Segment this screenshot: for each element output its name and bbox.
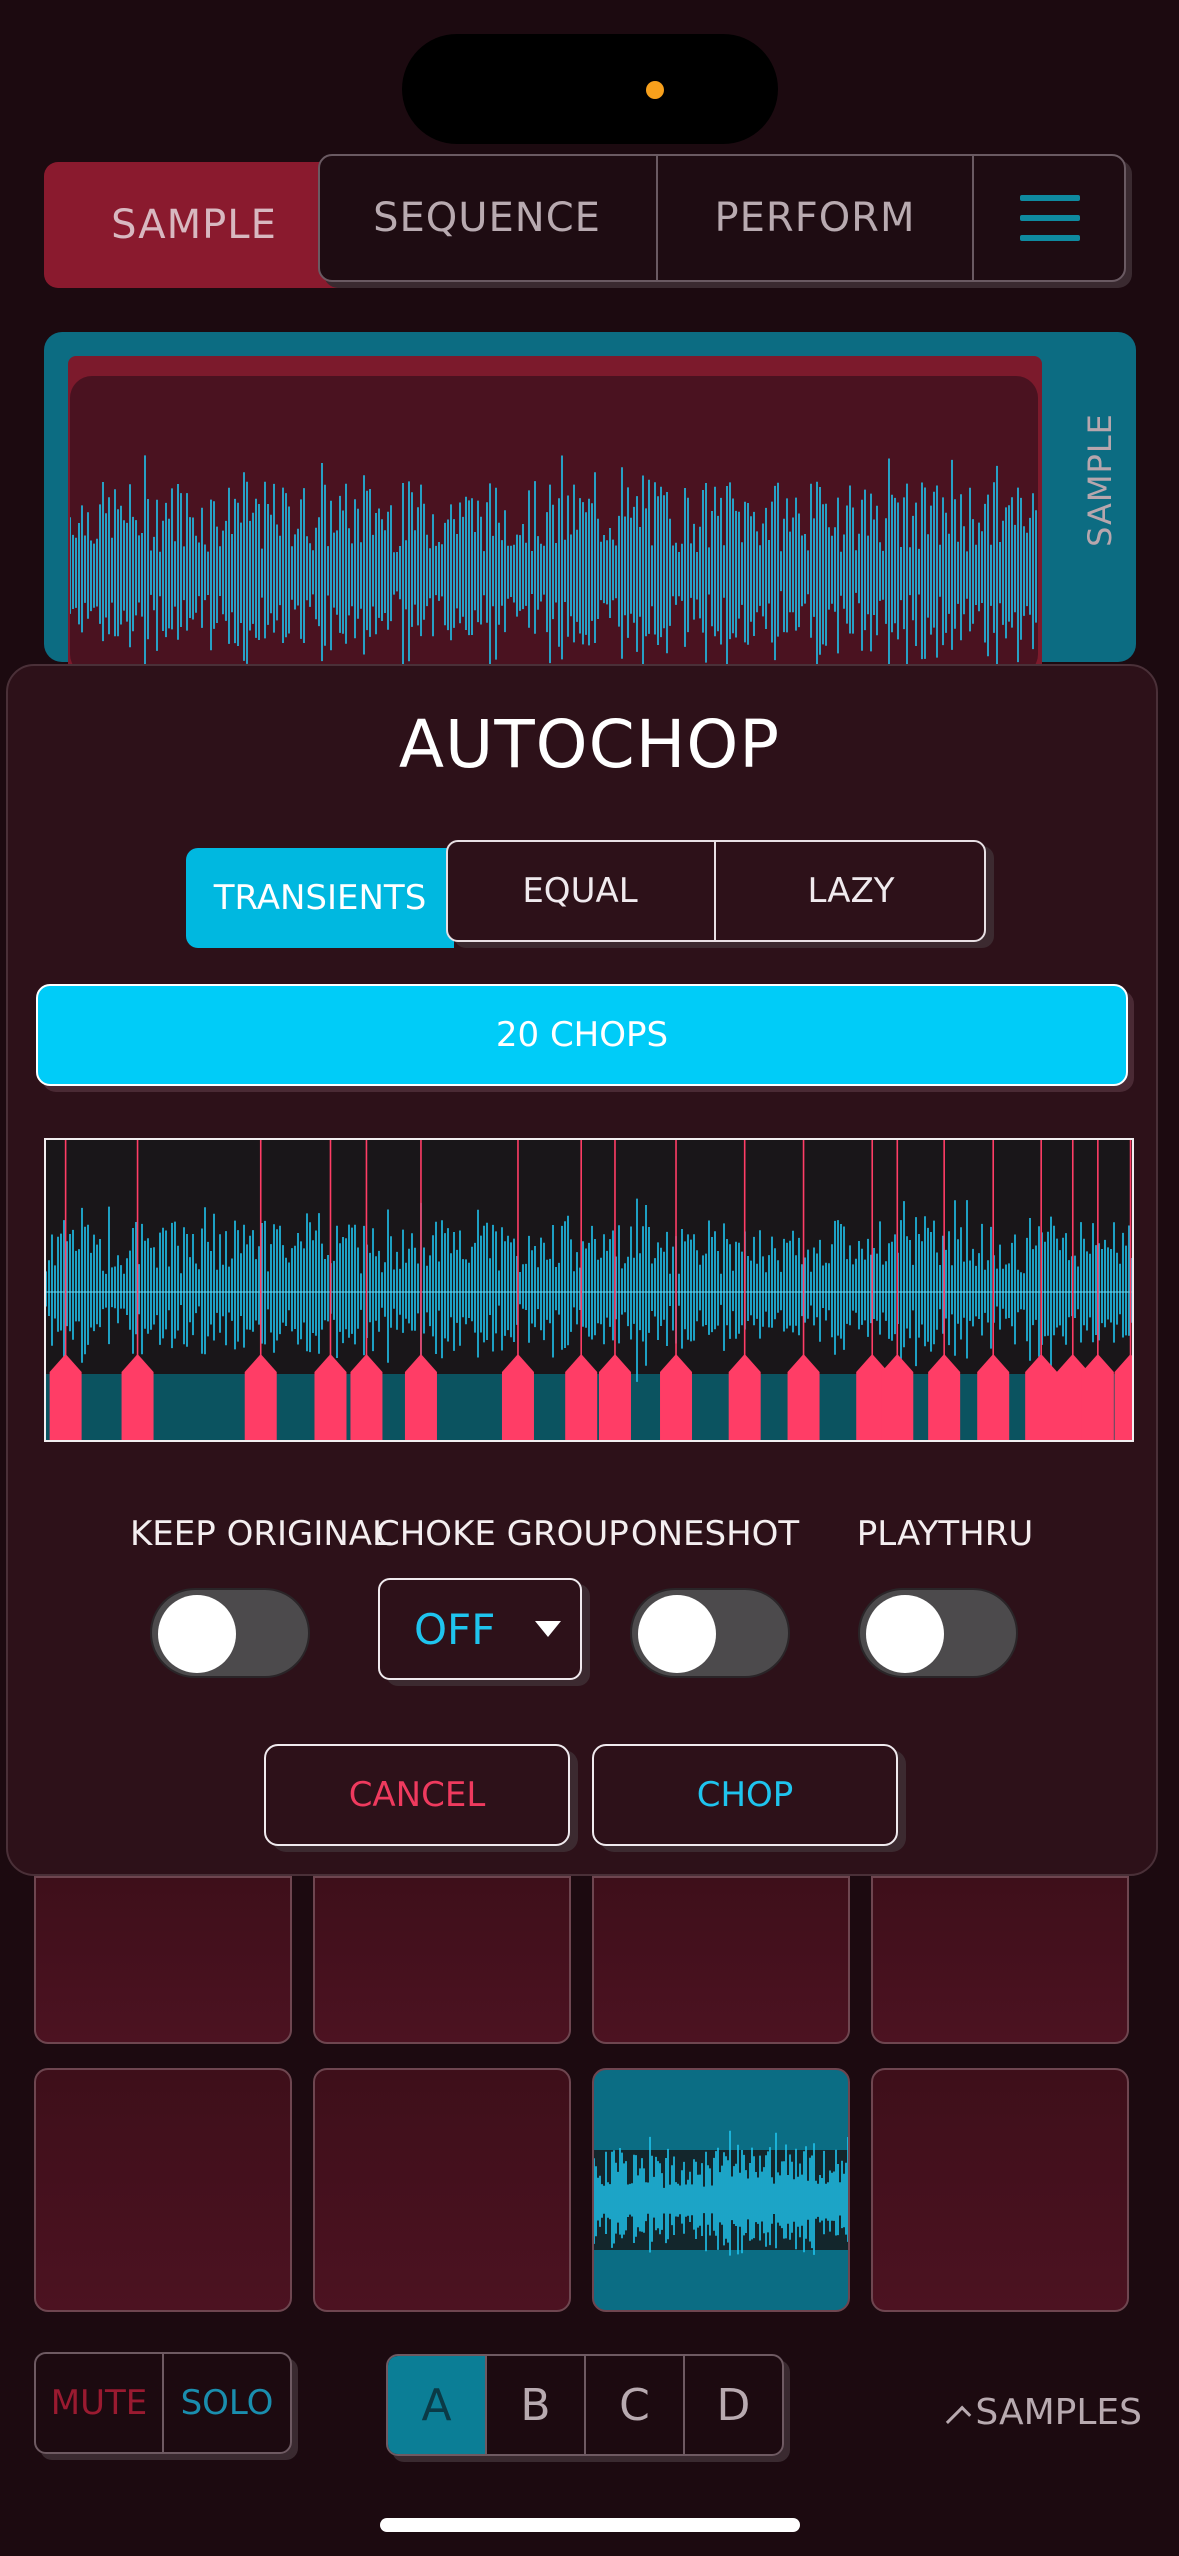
mute-button[interactable]: MUTE [36,2354,164,2452]
chop-button[interactable]: CHOP [592,1744,898,1846]
pad-2[interactable] [313,1876,571,2044]
mode-transients-button[interactable]: TRANSIENTS [186,848,454,948]
pad-waveform-graphic [594,2130,848,2256]
bank-d-button[interactable]: D [685,2356,782,2454]
pad-3[interactable] [592,1876,850,2044]
pad-8[interactable] [871,2068,1129,2312]
toggle-knob [638,1595,716,1673]
sample-side-label-text: SAMPLE [1081,413,1119,547]
bank-a-button[interactable]: A [388,2356,487,2454]
solo-button[interactable]: SOLO [164,2354,290,2452]
tab-perform[interactable]: PERFORM [658,154,974,282]
playthru-label: PLAYTHRU [856,1514,1034,1554]
sample-waveform[interactable] [70,376,1038,676]
choke-group-label: CHOKE GROUP [376,1514,629,1554]
oneshot-label: ONESHOT [630,1514,800,1554]
chop-preview[interactable] [44,1138,1134,1442]
toggle-knob [866,1595,944,1673]
pad-6[interactable] [313,2068,571,2312]
mode-lazy-button[interactable]: LAZY [716,840,986,942]
toggle-knob [158,1595,236,1673]
tab-sample[interactable]: SAMPLE [44,162,344,288]
bank-b-button[interactable]: B [487,2356,586,2454]
keep-original-toggle[interactable] [150,1588,310,1678]
oneshot-toggle[interactable] [630,1588,790,1678]
choke-group-value: OFF [414,1604,496,1654]
mode-equal-button[interactable]: EQUAL [446,840,716,942]
privacy-indicator-dot [646,81,664,99]
caret-down-icon [535,1621,562,1637]
pad-1[interactable] [34,1876,292,2044]
chop-count-slider[interactable]: 20 CHOPS [36,984,1128,1086]
sample-side-label[interactable]: SAMPLE [1050,380,1150,580]
bank-c-button[interactable]: C [586,2356,685,2454]
samples-label: SAMPLES [975,2391,1142,2433]
samples-drawer-button[interactable]: SAMPLES [945,2382,1142,2442]
sample-waveform-graphic [70,455,1037,676]
playthru-toggle[interactable] [858,1588,1018,1678]
chevron-up-icon [945,2405,972,2431]
cancel-button[interactable]: CANCEL [264,1744,570,1846]
modal-title: AUTOCHOP [398,706,781,783]
mute-solo-group: MUTE SOLO [34,2352,292,2454]
home-indicator[interactable] [380,2518,800,2532]
choke-group-dropdown[interactable]: OFF [378,1578,582,1680]
pad-4[interactable] [871,1876,1129,2044]
tab-sequence[interactable]: SEQUENCE [318,154,658,282]
pad-7-loaded[interactable] [592,2068,850,2312]
pad-5[interactable] [34,2068,292,2312]
keep-original-label: KEEP ORIGINAL [130,1514,391,1554]
dynamic-island [402,34,778,144]
chop-preview-graphic [46,1140,1132,1440]
hamburger-menu-icon[interactable] [974,154,1126,282]
bank-selector: A B C D [386,2354,784,2456]
